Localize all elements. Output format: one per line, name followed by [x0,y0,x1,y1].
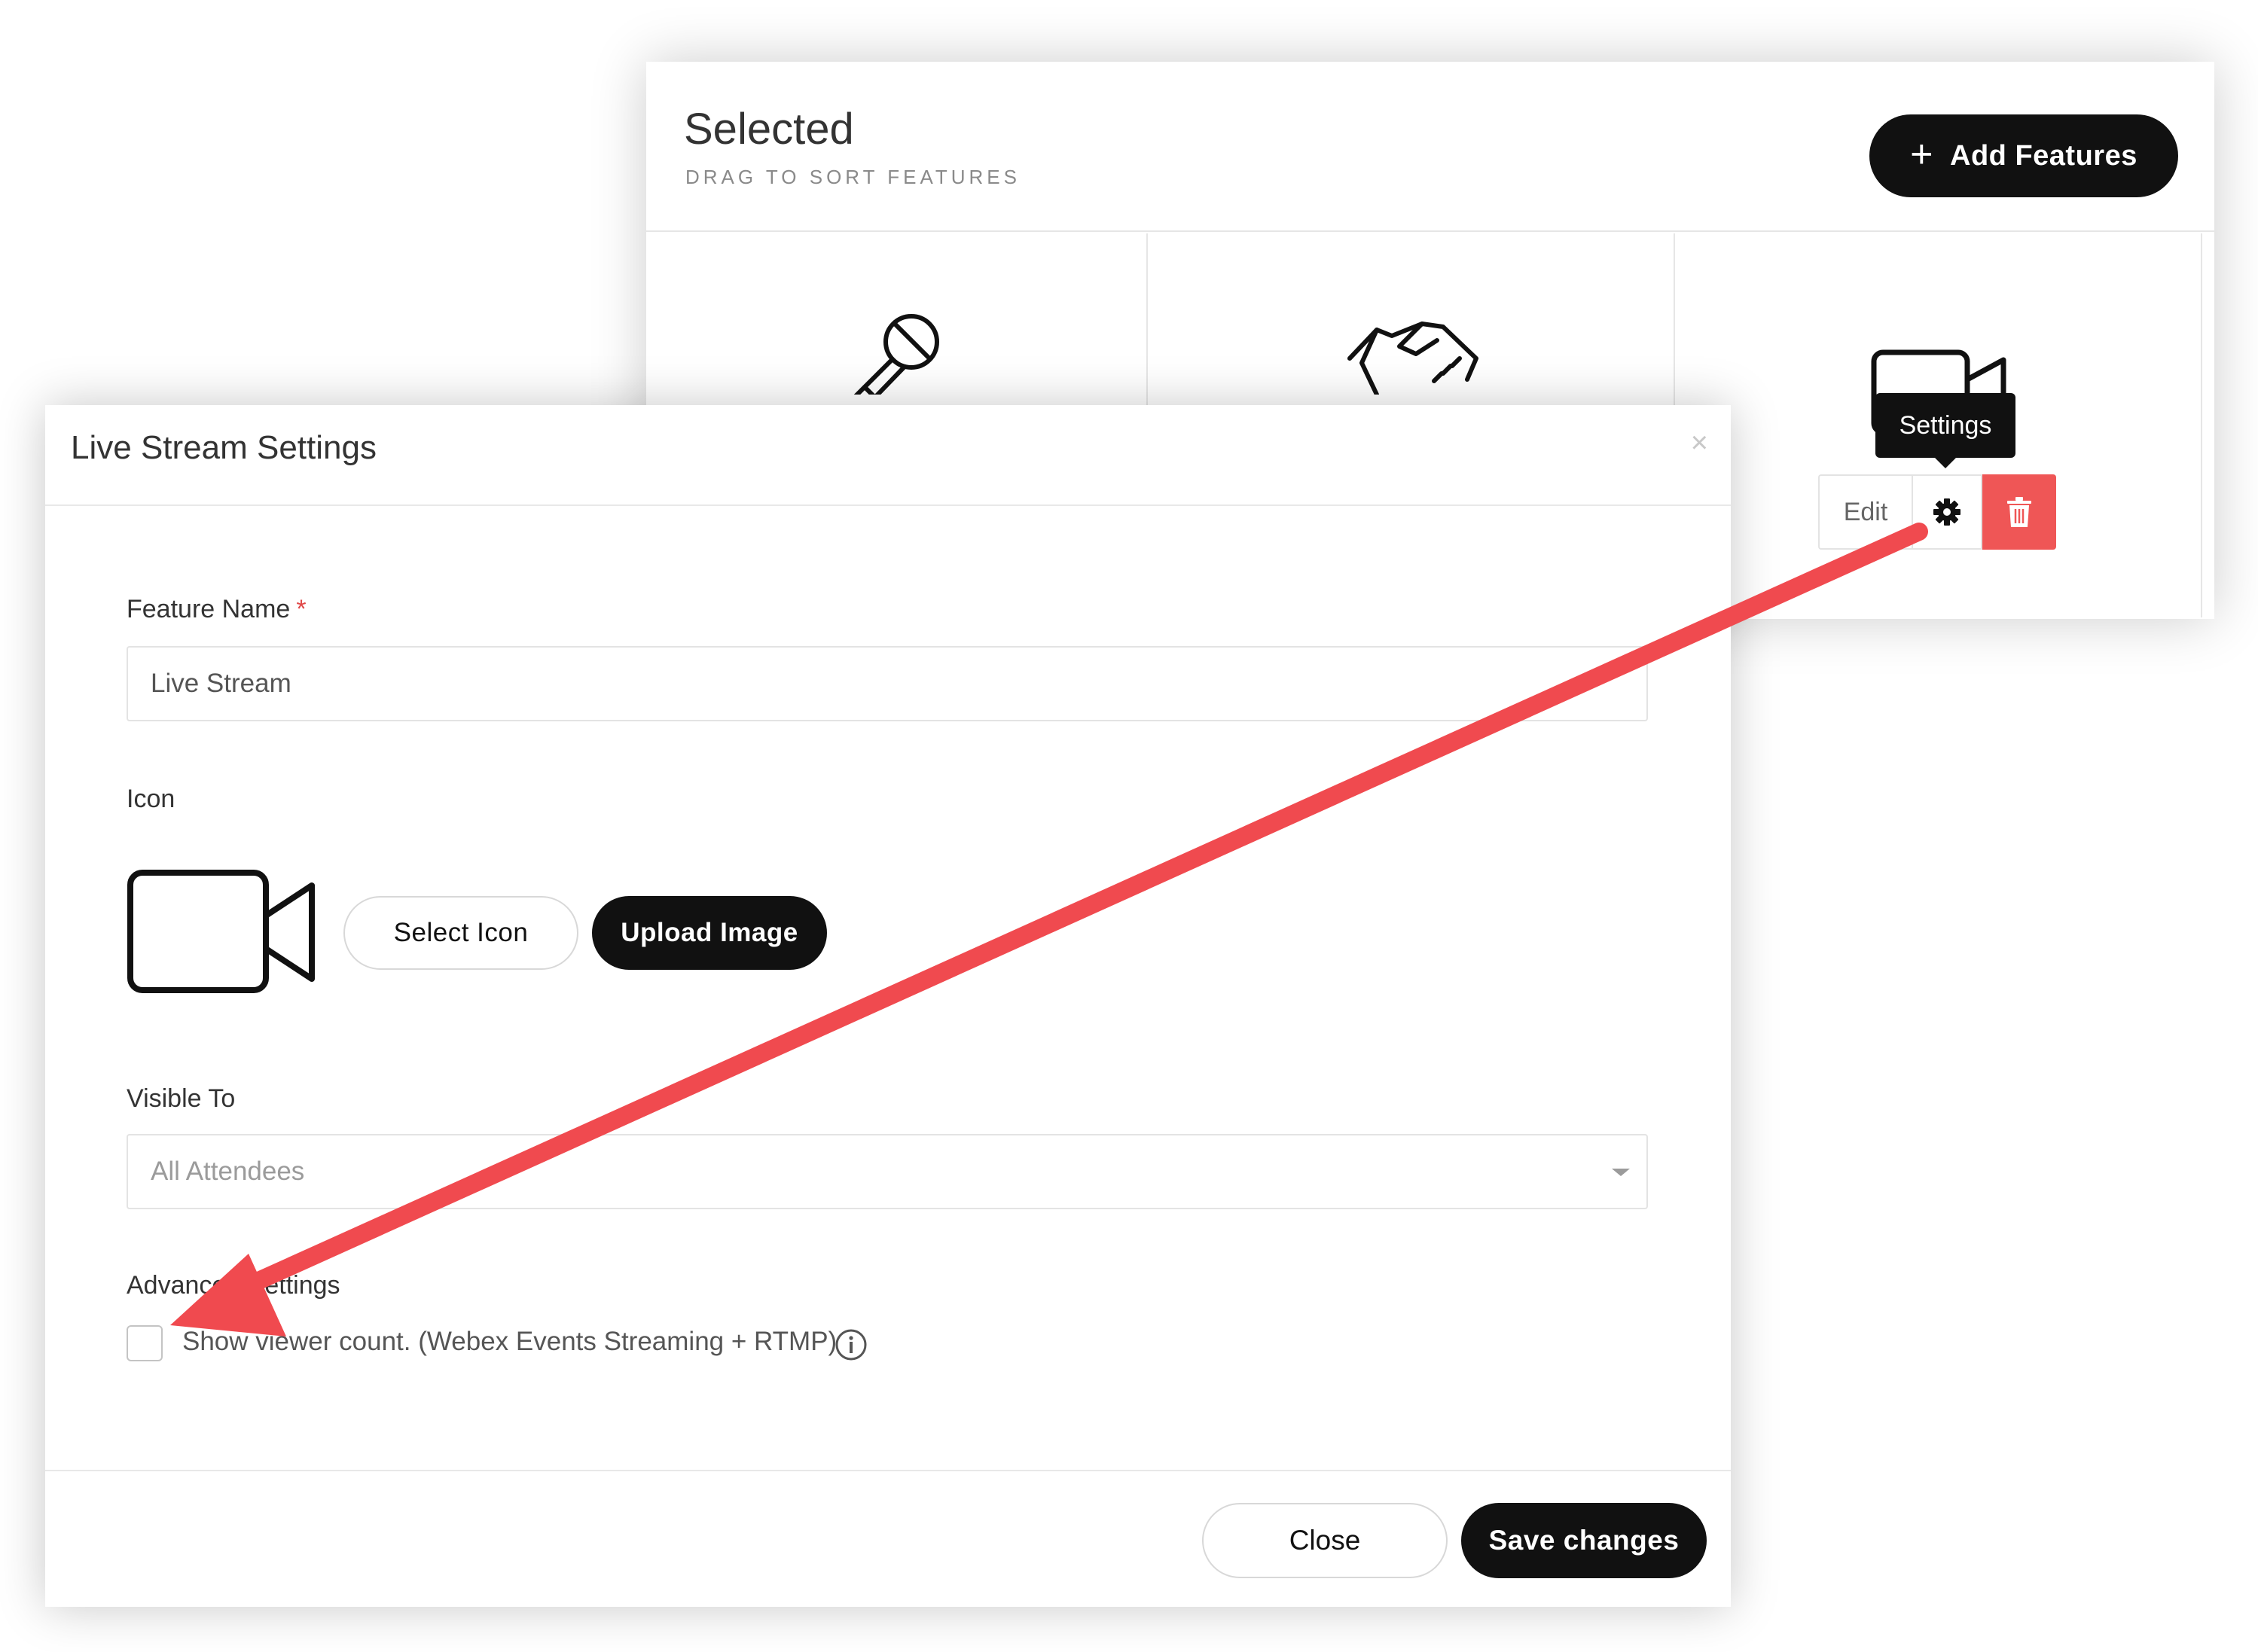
plus-icon: + [1910,133,1934,176]
panel-title: Selected [684,105,854,154]
feature-name-value: Live Stream [151,669,291,698]
select-icon-button[interactable]: Select Icon [343,896,578,970]
visible-to-label: Visible To [127,1084,236,1113]
modal-header: Live Stream Settings × [45,405,1731,506]
gear-icon [1933,498,1960,526]
icon-label: Icon [127,785,175,813]
trash-icon [2007,497,2031,527]
video-camera-icon [127,870,315,993]
add-features-button[interactable]: + Add Features [1869,114,2178,197]
visible-to-select[interactable]: All Attendees [127,1134,1648,1209]
modal-footer: Close Save changes [45,1470,1731,1607]
save-changes-button[interactable]: Save changes [1461,1503,1707,1578]
tile-action-group: Edit [1818,474,2056,550]
panel-subtitle: DRAG TO SORT FEATURES [685,166,1021,188]
feature-name-label-text: Feature Name [127,595,291,623]
close-icon[interactable]: × [1691,426,1708,460]
feature-name-label: Feature Name * [127,595,307,624]
upload-image-button[interactable]: Upload Image [592,896,827,970]
required-marker: * [296,595,307,623]
info-icon[interactable] [835,1328,868,1361]
close-button[interactable]: Close [1202,1503,1448,1578]
modal-title: Live Stream Settings [71,429,377,466]
handshake-icon [1347,322,1478,395]
add-features-label: Add Features [1950,139,2137,172]
chevron-down-icon [1612,1169,1630,1176]
microphone-icon [853,314,939,395]
delete-button[interactable] [1982,474,2056,550]
show-viewer-count-label[interactable]: Show viewer count. (Webex Events Streami… [182,1327,837,1357]
live-stream-settings-modal: Live Stream Settings × Feature Name * Liv… [45,405,1731,1607]
settings-tooltip: Settings [1875,393,2015,468]
edit-button[interactable]: Edit [1818,474,1912,550]
advanced-settings-label: Advanced Settings [127,1271,340,1300]
feature-name-input[interactable]: Live Stream [127,646,1648,721]
show-viewer-count-checkbox[interactable] [127,1325,163,1361]
settings-button[interactable] [1912,474,1982,550]
visible-to-value: All Attendees [151,1157,305,1186]
panel-header: Selected DRAG TO SORT FEATURES + Add Fea… [646,62,2214,232]
